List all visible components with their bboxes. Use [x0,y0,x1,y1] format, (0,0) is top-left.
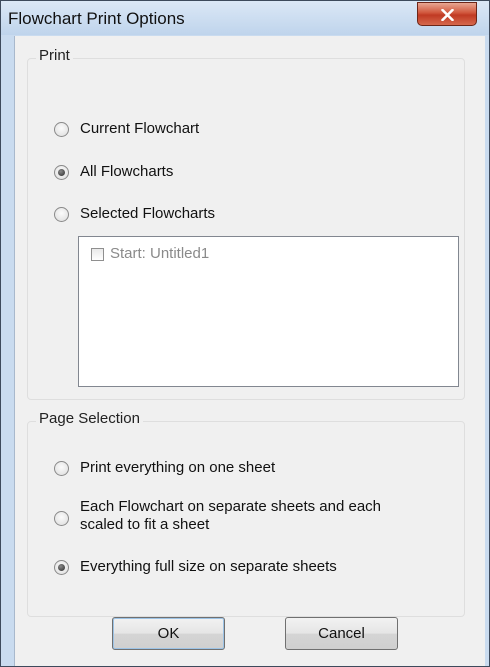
radio-current-flowchart[interactable] [54,122,69,137]
close-icon [441,9,454,21]
cancel-button[interactable]: Cancel [285,617,398,650]
radio-all-flowcharts[interactable] [54,165,69,180]
checkbox-start-untitled1[interactable] [91,248,104,261]
label-everything-full-size: Everything full size on separate sheets [80,558,337,575]
label-each-scaled-line1: Each Flowchart on separate sheets and ea… [80,498,382,515]
flowchart-listbox[interactable]: Start: Untitled1 [78,236,459,387]
radio-everything-full-size[interactable] [54,560,69,575]
radio-selected-flowcharts[interactable] [54,207,69,222]
radio-print-one-sheet[interactable] [54,461,69,476]
radio-each-scaled[interactable] [54,511,69,526]
listbox-item-label: Start: Untitled1 [110,245,210,262]
title-bar[interactable]: Flowchart Print Options [1,1,489,35]
print-group-label: Print [36,47,73,64]
close-button[interactable] [417,2,477,26]
label-current-flowchart: Current Flowchart [80,120,200,137]
label-all-flowcharts: All Flowcharts [80,163,174,180]
label-each-scaled-line2: scaled to fit a sheet [80,516,210,533]
ok-button[interactable]: OK [112,617,225,650]
label-print-one-sheet: Print everything on one sheet [80,459,276,476]
dialog-window: Flowchart Print Options Print Page Selec… [0,0,490,667]
window-title: Flowchart Print Options [8,9,185,28]
label-selected-flowcharts: Selected Flowcharts [80,205,216,222]
page-selection-group-label: Page Selection [36,410,143,427]
